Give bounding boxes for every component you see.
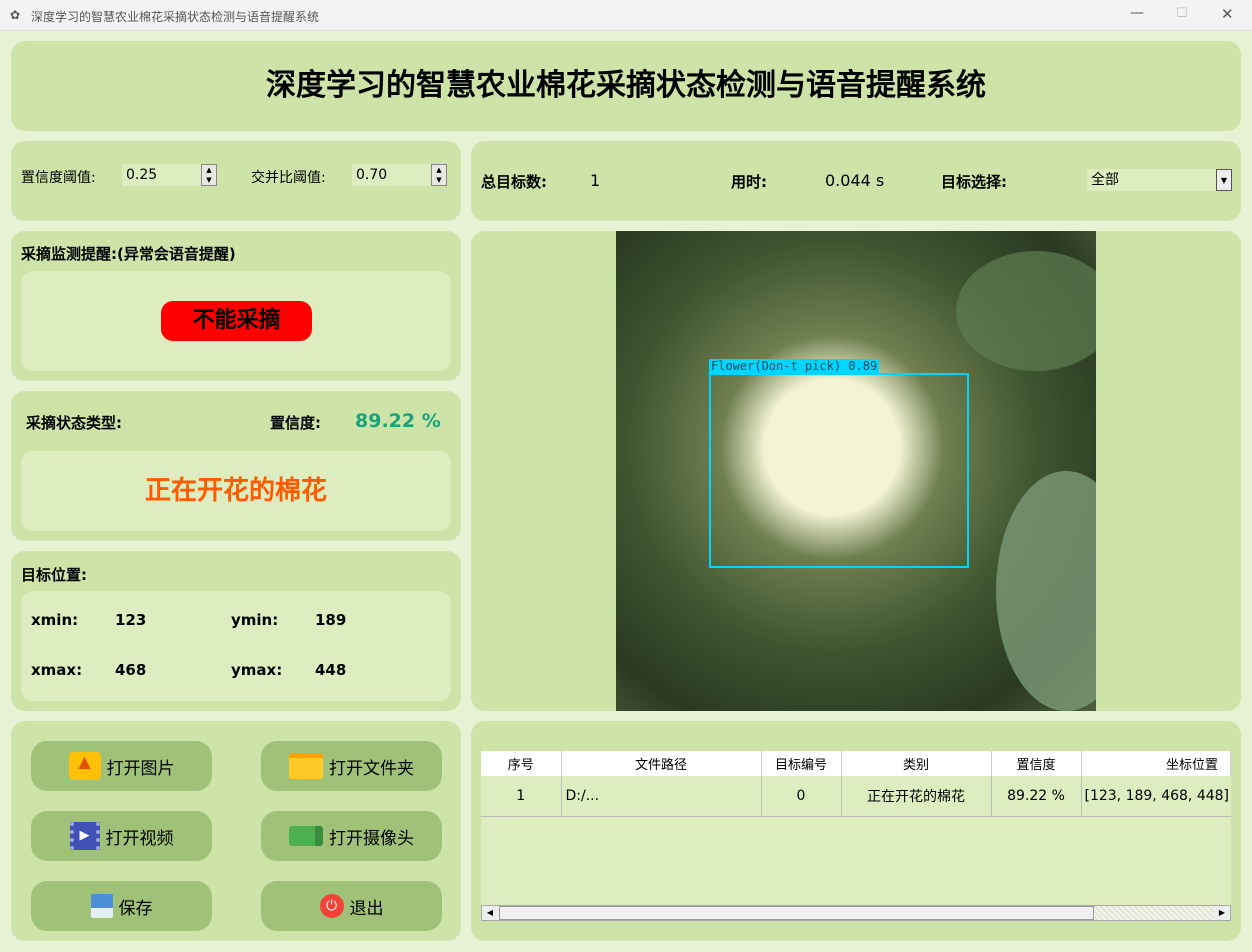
target-select[interactable]: 全部 ▼ [1087, 169, 1232, 191]
open-camera-button[interactable]: 打开摄像头 [261, 811, 442, 861]
image-panel: Flower(Don-t pick) 0.89 [471, 231, 1241, 711]
iou-value[interactable]: 0.70 [356, 167, 387, 183]
alert-label: 采摘监测提醒:(异常会语音提醒) [21, 245, 236, 263]
conf-result-label: 置信度: [270, 414, 321, 432]
ymin-value: 189 [315, 611, 347, 629]
exit-label: 退出 [349, 898, 384, 919]
table-header: 序号 文件路径 目标编号 类别 置信度 坐标位置 [481, 751, 1231, 776]
iou-label: 交并比阈值: [251, 170, 326, 186]
scrollbar-thumb[interactable] [499, 906, 1094, 920]
xmax-label: xmax: [31, 661, 83, 679]
table-row[interactable]: 1 D:/... 0 正在开花的棉花 89.22 % [123, 189, 46… [481, 776, 1231, 817]
results-table[interactable]: 序号 文件路径 目标编号 类别 置信度 坐标位置 1 D:/... 0 正在开花… [481, 751, 1231, 921]
ymin-label: ymin: [231, 611, 279, 629]
folder-icon [289, 753, 323, 779]
leaf-shape [996, 471, 1096, 711]
xmin-value: 123 [115, 611, 147, 629]
xmin-label: xmin: [31, 611, 79, 629]
class-value: 正在开花的棉花 [144, 476, 327, 506]
cell-confidence: 89.22 % [991, 776, 1082, 817]
results-panel: 序号 文件路径 目标编号 类别 置信度 坐标位置 1 D:/... 0 正在开花… [471, 721, 1241, 941]
open-folder-button[interactable]: 打开文件夹 [261, 741, 442, 791]
open-image-button[interactable]: ▲ 打开图片 [31, 741, 212, 791]
position-panel: 目标位置: xmin: 123 ymin: 189 xmax: 468 ymax… [11, 551, 461, 711]
open-image-label: 打开图片 [106, 758, 175, 779]
video-icon: ▶ [69, 822, 100, 850]
cell-class: 正在开花的棉花 [841, 776, 992, 817]
leaf-shape [956, 251, 1096, 371]
save-icon [90, 894, 113, 918]
col-header[interactable]: 置信度 [991, 751, 1082, 776]
save-button[interactable]: 保存 [31, 881, 212, 931]
position-label: 目标位置: [21, 566, 87, 584]
time-value: 0.044 s [825, 171, 885, 190]
iou-spinbox[interactable]: 0.70 ▲ ▼ [352, 164, 447, 186]
stats-panel: 总目标数: 1 用时: 0.044 s 目标选择: 全部 ▼ [471, 141, 1241, 221]
cell-index: 1 [481, 776, 562, 817]
conf-value[interactable]: 0.25 [126, 167, 157, 183]
ymax-label: ymax: [231, 661, 283, 679]
type-panel: 采摘状态类型: 置信度: 89.22 % 正在开花的棉花 [11, 391, 461, 541]
horizontal-scrollbar[interactable]: ◀ ▶ [481, 905, 1231, 921]
status-badge: 不能采摘 [161, 301, 312, 341]
save-label: 保存 [118, 898, 153, 919]
page-title: 深度学习的智慧农业棉花采摘状态检测与语音提醒系统 [266, 68, 986, 103]
select-value: 全部 [1091, 172, 1119, 188]
total-value: 1 [590, 171, 601, 190]
exit-button[interactable]: ⏻ 退出 [261, 881, 442, 931]
title-bar: ✿ 深度学习的智慧农业棉花采摘状态检测与语音提醒系统 — ☐ ✕ [0, 0, 1252, 31]
maximize-button[interactable]: ☐ [1176, 6, 1188, 21]
xmax-value: 468 [115, 661, 147, 679]
chevron-down-icon[interactable]: ▼ [1216, 169, 1232, 191]
alert-panel: 采摘监测提醒:(异常会语音提醒) 不能采摘 [11, 231, 461, 381]
open-folder-label: 打开文件夹 [329, 758, 414, 779]
col-header[interactable]: 文件路径 [561, 751, 762, 776]
position-box: xmin: 123 ymin: 189 xmax: 468 ymax: 448 [21, 591, 451, 701]
select-label: 目标选择: [941, 173, 1007, 191]
cell-path: D:/... [561, 776, 762, 817]
header-panel: 深度学习的智慧农业棉花采摘状态检测与语音提醒系统 [11, 41, 1241, 131]
camera-icon [289, 826, 323, 846]
open-camera-label: 打开摄像头 [329, 828, 414, 849]
col-header[interactable]: 序号 [481, 751, 562, 776]
class-box: 正在开花的棉花 [21, 451, 451, 531]
minimize-button[interactable]: — [1130, 5, 1144, 21]
spin-arrows-icon[interactable]: ▲ ▼ [201, 164, 217, 186]
close-button[interactable]: ✕ [1221, 5, 1234, 23]
image-icon: ▲ [68, 752, 101, 780]
power-icon: ⏻ [319, 894, 344, 918]
col-header[interactable]: 类别 [841, 751, 992, 776]
bounding-box-label: Flower(Don-t pick) 0.89 [709, 359, 880, 373]
scroll-right-icon[interactable]: ▶ [1214, 906, 1230, 920]
bounding-box [709, 373, 969, 568]
conf-label: 置信度阈值: [21, 170, 96, 186]
total-label: 总目标数: [481, 173, 547, 191]
window-title: 深度学习的智慧农业棉花采摘状态检测与语音提醒系统 [31, 10, 320, 24]
col-header[interactable]: 目标编号 [761, 751, 842, 776]
alert-box: 不能采摘 [21, 271, 451, 371]
controls-panel: ▲ 打开图片 打开文件夹 ▶ 打开视频 打开摄像头 保存 ⏻ 退出 [11, 721, 461, 941]
open-video-button[interactable]: ▶ 打开视频 [31, 811, 212, 861]
conf-result-value: 89.22 % [355, 410, 441, 432]
time-label: 用时: [731, 173, 767, 191]
col-header[interactable]: 坐标位置 [1081, 751, 1231, 776]
cell-coords: [123, 189, 468, 448] [1081, 776, 1231, 817]
ymax-value: 448 [315, 661, 347, 679]
scroll-left-icon[interactable]: ◀ [482, 906, 498, 920]
conf-spinbox[interactable]: 0.25 ▲ ▼ [122, 164, 217, 186]
type-label: 采摘状态类型: [26, 414, 122, 432]
spin-arrows-icon[interactable]: ▲ ▼ [431, 164, 447, 186]
cell-target-id: 0 [761, 776, 842, 817]
app-icon: ✿ [10, 8, 21, 22]
open-video-label: 打开视频 [105, 828, 174, 849]
detection-image: Flower(Don-t pick) 0.89 [616, 231, 1096, 711]
params-panel: 置信度阈值: 0.25 ▲ ▼ 交并比阈值: 0.70 ▲ ▼ [11, 141, 461, 221]
